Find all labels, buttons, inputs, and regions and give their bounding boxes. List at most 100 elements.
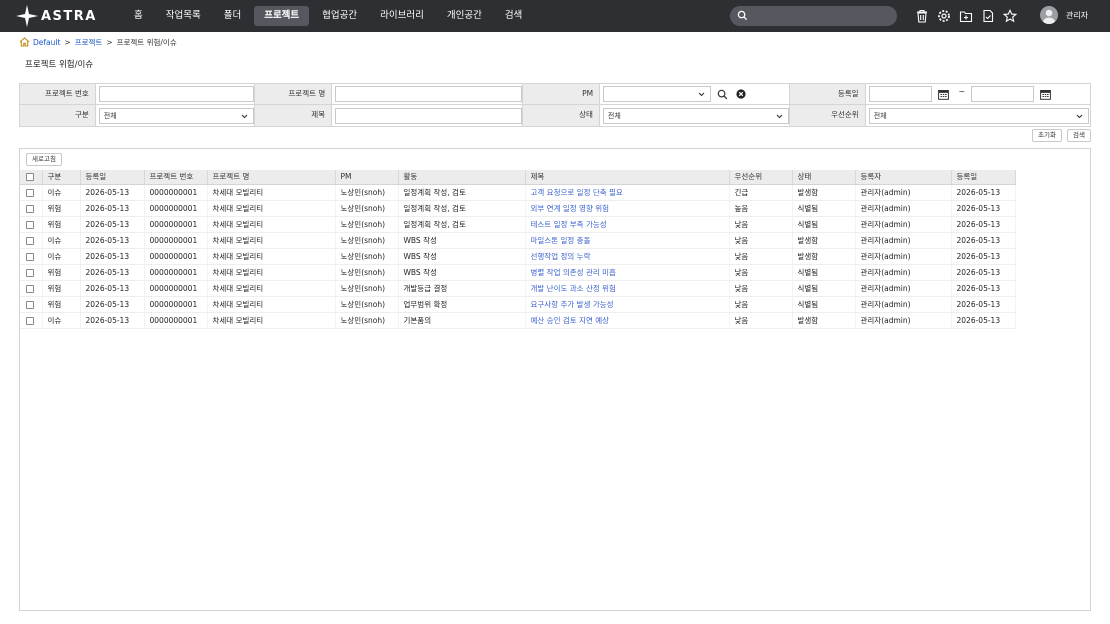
row-checkbox[interactable]: [26, 268, 34, 277]
project-no-cell: 0000000001: [144, 200, 208, 217]
document-check-icon[interactable]: [979, 7, 997, 25]
nav-library[interactable]: 라이브러리: [370, 6, 434, 26]
column-header[interactable]: 프로젝트 명: [207, 170, 336, 185]
project-name-cell: 차세대 모빌리티: [207, 216, 336, 233]
nav-folder[interactable]: 폴더: [214, 6, 251, 26]
project-no-label: 프로젝트 번호: [20, 84, 96, 104]
column-header[interactable]: 제목: [525, 170, 730, 185]
title-link[interactable]: 외부 연계 일정 영향 위험: [525, 200, 730, 217]
home-icon[interactable]: [19, 37, 30, 47]
type-cell: 위험: [42, 280, 81, 297]
status-select-value: 전체: [607, 111, 621, 120]
table-row[interactable]: 이슈 2026-05-13 0000000001 차세대 모빌리티 노상민(snoh) 일…: [20, 184, 1016, 201]
row-checkbox[interactable]: [26, 316, 34, 325]
status-cell: 발생함: [792, 248, 856, 265]
project-no-cell: [96, 84, 256, 104]
logo[interactable]: ASTRA: [16, 0, 112, 32]
table-row[interactable]: 이슈 2026-05-13 0000000001 차세대 모빌리티 노상민(snoh) W…: [20, 248, 1016, 265]
breadcrumb-home[interactable]: Default: [33, 38, 60, 47]
search-icon[interactable]: [717, 89, 728, 100]
clear-icon[interactable]: [736, 89, 746, 99]
nav-project[interactable]: 프로젝트: [254, 6, 310, 26]
table-row[interactable]: 이슈 2026-05-13 0000000001 차세대 모빌리티 노상민(snoh) 기…: [20, 312, 1016, 329]
row-checkbox[interactable]: [26, 204, 34, 213]
row-checkbox[interactable]: [26, 300, 34, 309]
pm-select[interactable]: [603, 86, 712, 102]
title-link[interactable]: 테스트 일정 부족 가능성: [525, 216, 730, 233]
table-row[interactable]: 이슈 2026-05-13 0000000001 차세대 모빌리티 노상민(snoh) W…: [20, 232, 1016, 249]
add-folder-icon[interactable]: [957, 7, 975, 25]
table-row[interactable]: 위험 2026-05-13 0000000001 차세대 모빌리티 노상민(snoh) 개…: [20, 280, 1016, 297]
title-link[interactable]: 병렬 작업 의존성 관리 미흡: [525, 264, 730, 281]
chevron-down-icon: [1076, 114, 1083, 118]
reg-date-cell: ~: [866, 84, 1090, 104]
status-cell: 식별됨: [792, 296, 856, 313]
calendar-icon[interactable]: [937, 89, 949, 100]
gear-icon[interactable]: [935, 7, 953, 25]
registered-date-cell: 2026-05-13: [951, 280, 1016, 297]
table-row[interactable]: 위험 2026-05-13 0000000001 차세대 모빌리티 노상민(snoh) 일…: [20, 216, 1016, 233]
table-row[interactable]: 위험 2026-05-13 0000000001 차세대 모빌리티 노상민(snoh) W…: [20, 264, 1016, 281]
column-header[interactable]: 등록자: [855, 170, 952, 185]
project-no-input[interactable]: [98, 86, 254, 102]
chevron-down-icon: [776, 114, 783, 118]
breadcrumb-section[interactable]: 프로젝트: [75, 37, 103, 48]
project-name-input[interactable]: [335, 86, 523, 102]
reg-date-from-input[interactable]: [868, 86, 932, 102]
nav-personal[interactable]: 개인공간: [437, 6, 492, 26]
column-header[interactable]: 등록일: [80, 170, 145, 185]
column-header[interactable]: PM: [335, 170, 399, 185]
pm-cell: 노상민(snoh): [335, 264, 399, 281]
priority-cell: 전체: [866, 105, 1090, 126]
nav-search[interactable]: 검색: [495, 6, 532, 26]
nav-tasks[interactable]: 작업목록: [156, 6, 211, 26]
global-search-input[interactable]: [750, 8, 890, 24]
nav-home[interactable]: 홈: [124, 6, 153, 26]
title-link[interactable]: 마일스톤 일정 충돌: [525, 232, 730, 249]
project-no-cell: 0000000001: [144, 216, 208, 233]
title-link[interactable]: 요구사항 추가 발생 가능성: [525, 296, 730, 313]
pm-cell: 노상민(snoh): [335, 280, 399, 297]
reg-date-cell: 2026-05-13: [80, 264, 145, 281]
reg-date-to-input[interactable]: [971, 86, 1035, 102]
column-header[interactable]: 구분: [42, 170, 81, 185]
calendar-icon[interactable]: [1040, 89, 1052, 100]
title-link[interactable]: 고객 요청으로 일정 단축 필요: [525, 184, 730, 201]
column-header[interactable]: 활동: [398, 170, 526, 185]
registrant-cell: 관리자(admin): [855, 312, 952, 329]
star-icon[interactable]: [1001, 7, 1019, 25]
row-checkbox[interactable]: [26, 284, 34, 293]
column-header[interactable]: 프로젝트 번호: [144, 170, 208, 185]
table-row[interactable]: 위험 2026-05-13 0000000001 차세대 모빌리티 노상민(snoh) 업…: [20, 296, 1016, 313]
column-header[interactable]: 우선순위: [729, 170, 793, 185]
title-input[interactable]: [335, 107, 523, 124]
table-row[interactable]: 위험 2026-05-13 0000000001 차세대 모빌리티 노상민(snoh) 일…: [20, 200, 1016, 217]
row-checkbox[interactable]: [26, 188, 34, 197]
row-checkbox[interactable]: [26, 236, 34, 245]
priority-select[interactable]: 전체: [868, 107, 1089, 124]
status-select[interactable]: 전체: [602, 107, 789, 124]
user-menu[interactable]: 관리자: [1040, 6, 1088, 24]
status-cell: 발생함: [792, 184, 856, 201]
search-button[interactable]: 검색: [1067, 129, 1091, 142]
project-name-cell: 차세대 모빌리티: [207, 264, 336, 281]
nav-collab[interactable]: 협업공간: [312, 6, 367, 26]
row-select-cell: [20, 200, 43, 217]
status-cell: 발생함: [792, 312, 856, 329]
project-no-cell: 0000000001: [144, 296, 208, 313]
select-all-checkbox[interactable]: [26, 173, 34, 182]
column-header[interactable]: 등록일: [951, 170, 1016, 185]
title-link[interactable]: 개발 난이도 과소 산정 위험: [525, 280, 730, 297]
type-select[interactable]: 전체: [98, 107, 254, 124]
project-name-cell: 차세대 모빌리티: [207, 200, 336, 217]
row-checkbox[interactable]: [26, 252, 34, 261]
trash-icon[interactable]: [913, 7, 931, 25]
title-link[interactable]: 선행작업 정의 누락: [525, 248, 730, 265]
title-link[interactable]: 예산 승인 검토 지연 예상: [525, 312, 730, 329]
column-header[interactable]: 상태: [792, 170, 856, 185]
row-checkbox[interactable]: [26, 220, 34, 229]
registrant-cell: 관리자(admin): [855, 184, 952, 201]
refresh-button[interactable]: 새로고침: [26, 153, 62, 166]
reset-button[interactable]: 초기화: [1032, 129, 1062, 142]
select-all-header: [20, 170, 43, 185]
